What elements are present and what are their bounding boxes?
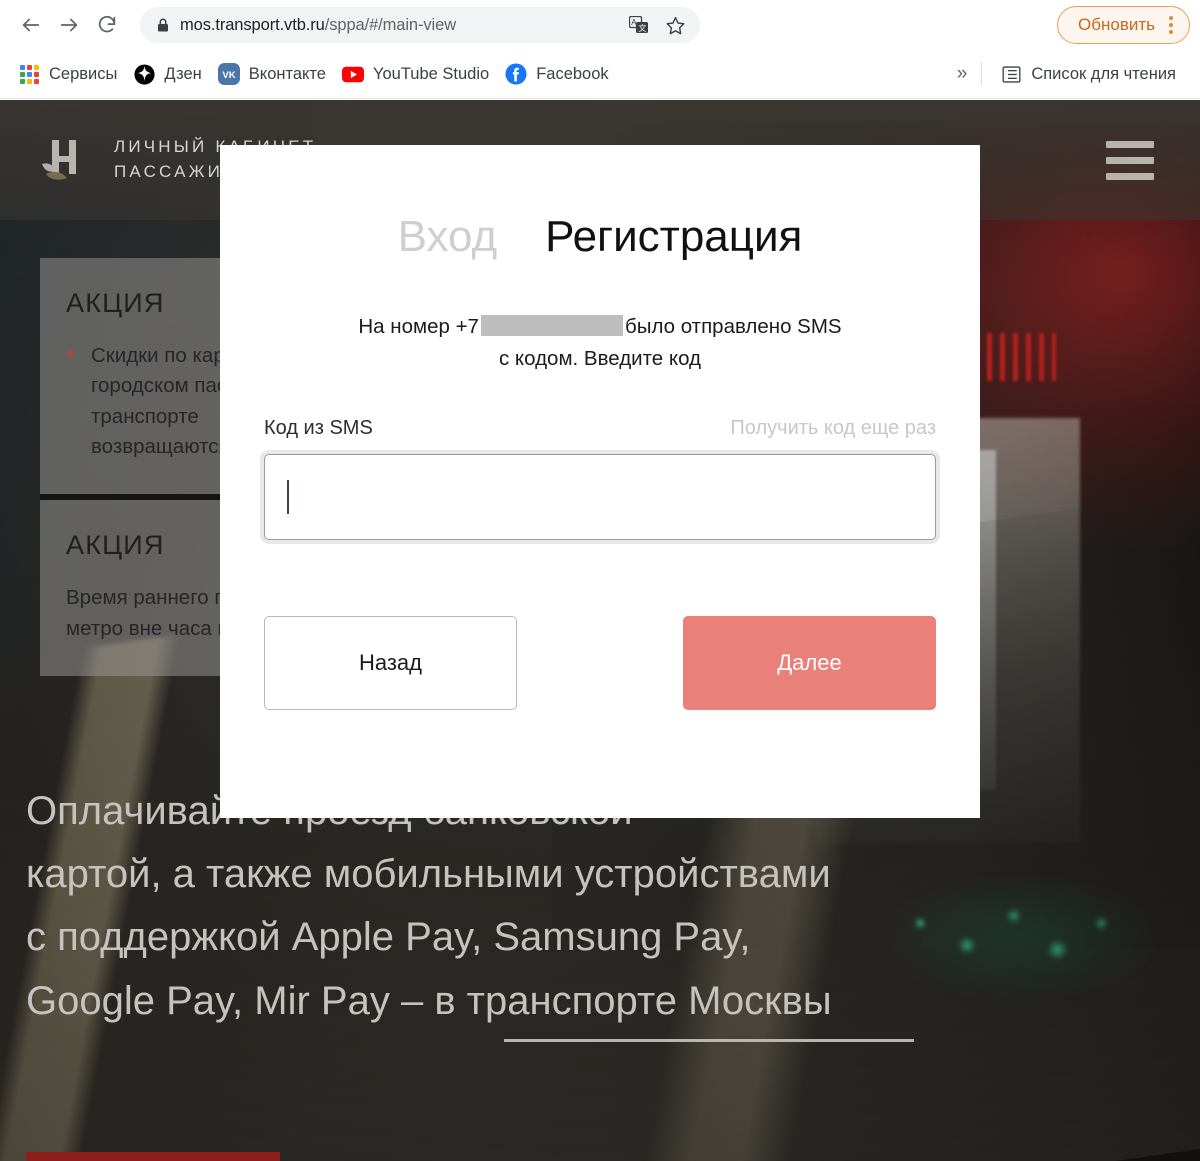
url-text: mos.transport.vtb.ru/sppa/#/main-view: [180, 15, 457, 34]
reading-list-icon: [1000, 63, 1022, 85]
bookmark-vkontakte[interactable]: VK Вконтакте: [214, 59, 338, 89]
moscow-transport-logo-icon: [40, 134, 98, 186]
bookmarks-bar-right: » Список для чтения: [943, 59, 1188, 89]
code-field-header: Код из SMS Получить код еще раз: [264, 417, 936, 440]
modal-tabs: Вход Регистрация: [398, 215, 803, 259]
reading-list-button[interactable]: Список для чтения: [996, 59, 1188, 89]
hero-text: Оплачивайте проезд банковской картой, а …: [26, 780, 1160, 1042]
resend-code-link[interactable]: Получить код еще раз: [730, 417, 936, 440]
text-caret: [287, 480, 289, 515]
browser-toolbar: mos.transport.vtb.ru/sppa/#/main-view A …: [0, 0, 1200, 50]
browser-chrome: mos.transport.vtb.ru/sppa/#/main-view A …: [0, 0, 1200, 100]
reading-list-label: Список для чтения: [1031, 64, 1176, 83]
bookmark-services[interactable]: Сервисы: [14, 59, 129, 89]
description-line-2: с кодом. Введите код: [498, 346, 701, 370]
hero-line-3: с поддержкой Apple Pay, Samsung Pay,: [26, 915, 751, 960]
login-button[interactable]: Войти: [26, 1152, 280, 1161]
svg-text:文: 文: [638, 23, 646, 33]
hamburger-menu-icon[interactable]: [1100, 135, 1160, 186]
bookmark-youtube-studio[interactable]: YouTube Studio: [338, 59, 501, 89]
next-button[interactable]: Далее: [683, 616, 936, 711]
code-field-label: Код из SMS: [264, 417, 373, 440]
back-icon[interactable]: [12, 6, 50, 44]
back-button[interactable]: Назад: [264, 616, 517, 711]
lock-icon: [156, 17, 170, 33]
bookmark-facebook[interactable]: Facebook: [501, 59, 620, 89]
redacted-phone-block: [480, 315, 623, 336]
reload-icon[interactable]: [88, 6, 126, 44]
forward-icon[interactable]: [50, 6, 88, 44]
kebab-menu-icon[interactable]: [1165, 16, 1177, 34]
description-suffix: было отправлено SMS: [624, 315, 842, 338]
hero-underline: [504, 1038, 914, 1042]
toolbar-right-group: Обновить: [1057, 6, 1190, 44]
cta-row: Войти История поездок по банковской карт…: [26, 1152, 672, 1161]
google-apps-grid-icon: [18, 63, 40, 85]
bookmark-label: Вконтакте: [248, 64, 326, 83]
description-prefix: На номер +7: [358, 315, 479, 338]
vk-icon: VK: [217, 63, 240, 85]
promo-badge: 8: [66, 347, 74, 362]
hero-line-4: Google Pay, Mir Pay – в транспорте Москв…: [26, 978, 832, 1023]
divider: [981, 62, 983, 86]
registration-modal: Вход Регистрация На номер +7 было отправл…: [220, 145, 980, 818]
page-viewport: ЛИЧНЫЙ КАБИНЕТ ПАССАЖИРА АКЦИЯ 8 Скидки …: [0, 100, 1200, 1161]
bookmarks-bar: Сервисы Дзен VK Вконтакте YouTube Studio…: [0, 50, 1200, 99]
hero-line-2: картой, а также мобильными устройствами: [26, 852, 831, 897]
bookmark-label: YouTube Studio: [372, 64, 490, 83]
tab-registration[interactable]: Регистрация: [545, 215, 802, 259]
bookmarks-overflow-button[interactable]: »: [943, 63, 982, 85]
svg-text:VK: VK: [222, 70, 235, 81]
bookmark-dzen[interactable]: Дзен: [129, 59, 213, 89]
dzen-icon: [133, 63, 155, 85]
facebook-icon: [505, 63, 527, 85]
youtube-icon: [341, 63, 364, 85]
bookmark-label: Дзен: [164, 64, 202, 83]
translate-icon[interactable]: A 文: [626, 13, 652, 37]
address-bar[interactable]: mos.transport.vtb.ru/sppa/#/main-view A …: [140, 7, 700, 43]
sms-code-input[interactable]: [264, 454, 936, 541]
modal-description: На номер +7 было отправлено SMS с кодом. …: [320, 311, 880, 374]
bookmark-label: Facebook: [536, 64, 609, 83]
update-button[interactable]: Обновить: [1057, 6, 1190, 44]
bookmark-label: Сервисы: [49, 64, 118, 83]
screenshot-root: mos.transport.vtb.ru/sppa/#/main-view A …: [0, 0, 1200, 1161]
modal-actions: Назад Далее: [264, 616, 936, 711]
tab-login[interactable]: Вход: [398, 215, 498, 259]
update-button-label: Обновить: [1078, 15, 1155, 34]
star-icon[interactable]: [662, 13, 688, 37]
